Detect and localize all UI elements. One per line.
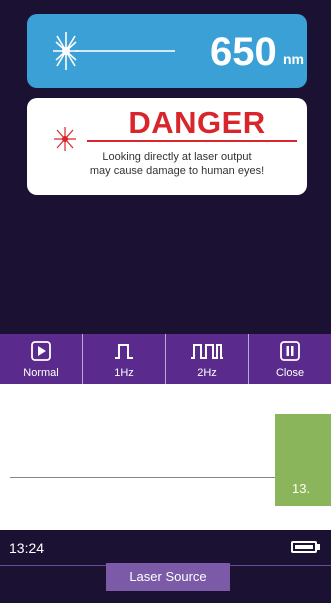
1hz-label: 1Hz: [114, 367, 134, 379]
clock: 13:24: [9, 540, 45, 556]
2hz-button[interactable]: 2Hz: [166, 334, 249, 384]
battery-icon: [291, 541, 317, 553]
pause-icon: [280, 341, 300, 361]
mode-toolbar: Normal 1Hz 2Hz Close: [0, 334, 331, 384]
status-bar: 13:24 Laser Source: [0, 530, 331, 603]
1hz-button[interactable]: 1Hz: [83, 334, 166, 384]
normal-label: Normal: [23, 367, 59, 379]
danger-message-line1: Looking directly at laser output: [102, 151, 252, 163]
danger-title: DANGER: [128, 105, 266, 140]
wavelength-unit: nm: [283, 51, 304, 67]
danger-warning-card: DANGER Looking directly at laser output …: [27, 98, 307, 195]
wavelength-card: 650 nm: [27, 14, 307, 88]
laser-screen: 650 nm DANGER Looking directly at laser …: [0, 0, 331, 334]
battery-tip: [317, 544, 320, 550]
close-button[interactable]: Close: [249, 334, 331, 384]
divider-line: [10, 477, 275, 478]
danger-message: Looking directly at laser output may cau…: [72, 150, 282, 178]
play-icon: [31, 341, 51, 361]
danger-underline: [87, 140, 297, 142]
2hz-label: 2Hz: [197, 367, 217, 379]
close-label: Close: [275, 367, 305, 379]
double-pulse-icon: [191, 344, 223, 359]
danger-message-line2: may cause damage to human eyes!: [89, 165, 265, 177]
single-pulse-icon: [115, 344, 133, 359]
page-title: Laser Source: [106, 563, 230, 591]
normal-button[interactable]: Normal: [0, 334, 83, 384]
battery-level: [295, 545, 313, 549]
wavelength-value: 650: [210, 30, 277, 74]
page-number: 13.: [292, 481, 311, 496]
